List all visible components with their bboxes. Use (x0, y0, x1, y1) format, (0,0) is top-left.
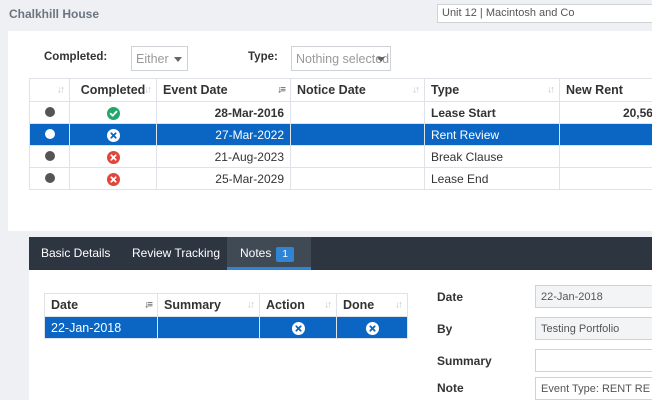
note-date-cell: 22-Jan-2018 (45, 317, 158, 339)
row-status-dot (45, 107, 55, 117)
new-rent-cell: 20,562. (560, 102, 652, 124)
col-header-event-date[interactable]: Event Date↓≡ (157, 79, 291, 102)
x-circle-icon (107, 151, 120, 164)
note-by-field[interactable]: Testing Portfolio (535, 317, 652, 340)
note-text-field[interactable]: Event Type: RENT RE (535, 377, 652, 400)
table-row-selected[interactable]: 27-Mar-2022 Rent Review (30, 124, 652, 146)
notice-date-cell (291, 102, 425, 124)
table-row[interactable]: 25-Mar-2029 Lease End (30, 168, 652, 190)
unit-selector[interactable]: Unit 12 | Macintosh and Co (437, 4, 652, 23)
row-status-dot (45, 129, 55, 139)
col-header-status[interactable]: ↓↑ (30, 79, 70, 102)
check-circle-icon (107, 107, 120, 120)
x-circle-icon[interactable] (366, 322, 379, 335)
col-header-completed[interactable]: Completed↓↑ (70, 79, 157, 102)
row-status-dot (45, 151, 55, 161)
col-header-summary[interactable]: Summary↓↑ (158, 294, 260, 317)
type-filter-label: Type: (248, 51, 278, 63)
table-row[interactable]: 28-Mar-2016 Lease Start 20,562. (30, 102, 652, 124)
note-summary-field[interactable] (535, 349, 652, 372)
sort-icon: ↓↑ (57, 85, 63, 96)
notes-row-selected[interactable]: 22-Jan-2018 (45, 317, 408, 339)
detail-tab-bar: Basic Details Review Tracking Notes1 (29, 237, 652, 270)
event-date-cell: 28-Mar-2016 (157, 102, 291, 124)
notice-date-cell (291, 124, 425, 146)
completed-filter-label: Completed: (44, 51, 107, 63)
x-circle-icon (107, 173, 120, 186)
completed-filter-select[interactable]: Either (131, 46, 188, 71)
x-circle-icon (107, 129, 120, 142)
tab-review-tracking[interactable]: Review Tracking (132, 237, 220, 270)
notes-table-header: Date↓≡ Summary↓↑ Action↓↑ Done↓↑ (45, 294, 408, 317)
x-circle-icon[interactable] (292, 322, 305, 335)
note-text-label: Note (437, 381, 464, 395)
sort-icon: ↓↑ (247, 300, 253, 311)
col-header-action[interactable]: Action↓↑ (260, 294, 337, 317)
notice-date-cell (291, 168, 425, 190)
note-by-label: By (437, 322, 452, 336)
new-rent-cell (560, 124, 652, 146)
chevron-down-icon (174, 57, 182, 62)
notes-table: Date↓≡ Summary↓↑ Action↓↑ Done↓↑ 22-Jan-… (44, 293, 408, 339)
type-cell: Rent Review (425, 124, 560, 146)
type-filter-select[interactable]: Nothing selected (291, 46, 391, 71)
col-header-new-rent[interactable]: New Rent (560, 79, 652, 102)
sort-icon: ↓↑ (144, 85, 150, 96)
type-cell: Lease Start (425, 102, 560, 124)
type-cell: Break Clause (425, 146, 560, 168)
sort-icon: ↓↑ (547, 85, 553, 96)
notice-date-cell (291, 146, 425, 168)
col-header-date[interactable]: Date↓≡ (45, 294, 158, 317)
tab-basic-details[interactable]: Basic Details (41, 237, 110, 270)
property-name: Chalkhill House (9, 7, 99, 21)
events-table: ↓↑ Completed↓↑ Event Date↓≡ Notice Date↓… (29, 78, 652, 190)
event-date-cell: 21-Aug-2023 (157, 146, 291, 168)
note-summary-cell (158, 317, 260, 339)
col-header-done[interactable]: Done↓↑ (337, 294, 408, 317)
event-date-cell: 27-Mar-2022 (157, 124, 291, 146)
chevron-down-icon (377, 57, 385, 62)
top-bar: Chalkhill House Unit 12 | Macintosh and … (0, 0, 652, 30)
note-date-field[interactable]: 22-Jan-2018 (535, 285, 652, 308)
new-rent-cell (560, 168, 652, 190)
sort-icon: ↓↑ (412, 85, 418, 96)
new-rent-cell (560, 146, 652, 168)
sort-descending-icon: ↓≡ (144, 300, 151, 311)
type-filter-value: Nothing selected (296, 52, 389, 66)
table-row[interactable]: 21-Aug-2023 Break Clause (30, 146, 652, 168)
completed-filter-value: Either (136, 52, 169, 66)
sort-icon: ↓↑ (324, 300, 330, 311)
sort-icon: ↓↑ (395, 300, 401, 311)
tab-notes[interactable]: Notes1 (227, 237, 311, 270)
sort-ascending-icon: ↓≡ (277, 85, 284, 96)
event-date-cell: 25-Mar-2029 (157, 168, 291, 190)
col-header-type[interactable]: Type↓↑ (425, 79, 560, 102)
row-status-dot (45, 173, 55, 183)
note-summary-label: Summary (437, 354, 492, 368)
col-header-notice-date[interactable]: Notice Date↓↑ (291, 79, 425, 102)
note-date-label: Date (437, 290, 463, 304)
type-cell: Lease End (425, 168, 560, 190)
events-table-header: ↓↑ Completed↓↑ Event Date↓≡ Notice Date↓… (30, 79, 652, 102)
notes-count-badge: 1 (276, 247, 294, 262)
